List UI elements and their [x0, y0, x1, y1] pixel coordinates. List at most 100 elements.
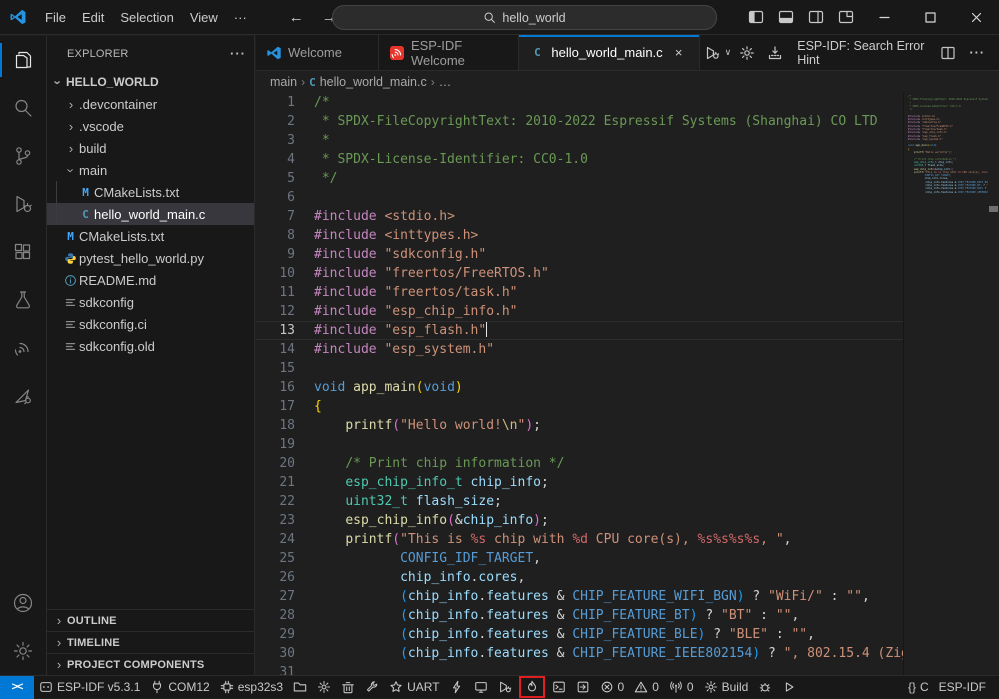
status-wrench[interactable] [360, 676, 384, 699]
explorer-item-readme.md[interactable]: README.md [47, 269, 254, 291]
code-line-9[interactable]: 9#include "sdkconfig.h" [256, 245, 903, 264]
code-line-8[interactable]: 8#include <inttypes.h> [256, 226, 903, 245]
code-line-31[interactable]: 31 [256, 663, 903, 675]
editor-scrollbar[interactable] [988, 93, 999, 675]
testing-icon[interactable] [0, 276, 47, 324]
code-line-2[interactable]: 2 * SPDX-FileCopyrightText: 2010-2022 Es… [256, 112, 903, 131]
run-debug-icon[interactable] [0, 180, 47, 228]
code-line-12[interactable]: 12#include "esp_chip_info.h" [256, 302, 903, 321]
status-gear[interactable]: Build [699, 676, 754, 699]
minimap[interactable]: /* * SPDX-FileCopyrightText: 2010-2022 E… [903, 93, 988, 675]
explorer-item-pytest_hello_world.py[interactable]: pytest_hello_world.py [47, 247, 254, 269]
status-debug-run[interactable] [493, 676, 517, 699]
status-warning[interactable]: 0 [629, 676, 664, 699]
code-line-30[interactable]: 30 (chip_info.features & CHIP_FEATURE_IE… [256, 644, 903, 663]
code-line-10[interactable]: 10#include "freertos/FreeRTOS.h" [256, 264, 903, 283]
code-line-18[interactable]: 18 printf("Hello world!\n"); [256, 416, 903, 435]
tab-welcome[interactable]: Welcome× [256, 35, 379, 70]
status-trash[interactable] [336, 676, 360, 699]
code-line-14[interactable]: 14#include "esp_system.h" [256, 340, 903, 359]
status-antenna[interactable]: 0 [664, 676, 699, 699]
remote-indicator[interactable]: >< [0, 676, 34, 699]
code-editor[interactable]: 1/*2 * SPDX-FileCopyrightText: 2010-2022… [256, 93, 903, 675]
search-error-hint-button[interactable]: ESP-IDF: Search Error Hint [791, 39, 931, 67]
scrollbar-handle[interactable] [989, 206, 998, 212]
panel-project-components[interactable]: ›PROJECT COMPONENTS [47, 653, 254, 675]
status-gear[interactable] [312, 676, 336, 699]
explorer-item-.devcontainer[interactable]: ›.devcontainer [47, 93, 254, 115]
espressif-explorer-icon[interactable] [0, 324, 47, 372]
panel-outline[interactable]: ›OUTLINE [47, 609, 254, 631]
tab-esp-idf-welcome[interactable]: ESP-IDF Welcome× [379, 35, 519, 70]
editor-settings-gear-icon[interactable] [735, 41, 759, 65]
customize-layout-icon[interactable] [831, 3, 861, 31]
extensions-icon[interactable] [0, 228, 47, 276]
status-espidf[interactable]: ESP-IDF v5.3.1 [34, 676, 145, 699]
run-or-debug-icon[interactable] [700, 41, 724, 65]
code-line-16[interactable]: 16void app_main(void) [256, 378, 903, 397]
explorer-item-build[interactable]: ›build [47, 137, 254, 159]
status-error[interactable]: 0 [595, 676, 630, 699]
menu-overflow-icon[interactable]: ··· [226, 6, 255, 29]
explorer-view-icon[interactable] [0, 36, 47, 84]
status-folder[interactable] [288, 676, 312, 699]
code-line-29[interactable]: 29 (chip_info.features & CHIP_FEATURE_BL… [256, 625, 903, 644]
status-star[interactable]: UART [384, 676, 444, 699]
explorer-item-sdkconfig[interactable]: sdkconfig [47, 291, 254, 313]
nav-back-icon[interactable]: ← [289, 9, 304, 26]
code-line-17[interactable]: 17{ [256, 397, 903, 416]
code-line-27[interactable]: 27 (chip_info.features & CHIP_FEATURE_WI… [256, 587, 903, 606]
code-line-28[interactable]: 28 (chip_info.features & CHIP_FEATURE_BT… [256, 606, 903, 625]
code-line-26[interactable]: 26 chip_info.cores, [256, 568, 903, 587]
menu-edit[interactable]: Edit [74, 6, 112, 29]
run-dropdown-chevron-icon[interactable]: ∨ [725, 47, 732, 58]
code-line-3[interactable]: 3 * [256, 131, 903, 150]
command-center-search[interactable]: hello_world [332, 5, 717, 30]
explorer-more-actions-icon[interactable]: ··· [230, 46, 246, 61]
menu-view[interactable]: View [182, 6, 226, 29]
code-line-25[interactable]: 25 CONFIG_IDF_TARGET, [256, 549, 903, 568]
breadcrumb[interactable]: main › C hello_world_main.c › … [256, 71, 999, 93]
code-line-13[interactable]: 13#include "esp_flash.h" [256, 321, 903, 340]
esp-idf-install-icon[interactable] [763, 41, 787, 65]
code-line-22[interactable]: 22 uint32_t flash_size; [256, 492, 903, 511]
code-line-15[interactable]: 15 [256, 359, 903, 378]
window-maximize-button[interactable] [907, 0, 953, 34]
search-view-icon[interactable] [0, 84, 47, 132]
breadcrumb-folder[interactable]: main [270, 75, 297, 89]
code-line-4[interactable]: 4 * SPDX-License-Identifier: CC0-1.0 [256, 150, 903, 169]
code-line-6[interactable]: 6 [256, 188, 903, 207]
account-icon[interactable] [0, 579, 47, 627]
status-bug[interactable] [753, 676, 777, 699]
source-control-icon[interactable] [0, 132, 47, 180]
code-line-21[interactable]: 21 esp_chip_info_t chip_info; [256, 473, 903, 492]
explorer-item-hello_world_main.c[interactable]: Chello_world_main.c [47, 203, 254, 225]
status-bolt[interactable] [445, 676, 469, 699]
esp-idf-tools-icon[interactable] [0, 372, 47, 420]
code-line-24[interactable]: 24 printf("This is %s chip with %d CPU c… [256, 530, 903, 549]
status-esp-idf[interactable]: ESP-IDF [934, 676, 991, 699]
status-braces-text[interactable]: {}C [903, 676, 934, 699]
status-box-arrow[interactable] [571, 676, 595, 699]
toggle-sidebar-icon[interactable] [741, 3, 771, 31]
toggle-panel-icon[interactable] [771, 3, 801, 31]
status-chip[interactable]: esp32s3 [215, 676, 288, 699]
code-line-11[interactable]: 11#include "freertos/task.h" [256, 283, 903, 302]
editor-more-actions-icon[interactable]: ··· [964, 46, 992, 60]
status-monitor[interactable] [469, 676, 493, 699]
code-line-19[interactable]: 19 [256, 435, 903, 454]
status-plug[interactable]: COM12 [145, 676, 214, 699]
explorer-item-sdkconfig.old[interactable]: sdkconfig.old [47, 335, 254, 357]
status-flame[interactable] [519, 676, 545, 698]
window-minimize-button[interactable] [861, 0, 907, 34]
close-tab-icon[interactable]: × [669, 42, 689, 62]
tab-hello-world-main-c[interactable]: Chello_world_main.c× [519, 35, 699, 70]
explorer-item-.vscode[interactable]: ›.vscode [47, 115, 254, 137]
code-line-7[interactable]: 7#include <stdio.h> [256, 207, 903, 226]
explorer-item-hello_world[interactable]: ›HELLO_WORLD [47, 71, 254, 93]
code-line-23[interactable]: 23 esp_chip_info(&chip_info); [256, 511, 903, 530]
panel-timeline[interactable]: ›TIMELINE [47, 631, 254, 653]
toggle-secondary-sidebar-icon[interactable] [801, 3, 831, 31]
status-terminal[interactable] [547, 676, 571, 699]
breadcrumb-file[interactable]: hello_world_main.c [320, 75, 427, 89]
